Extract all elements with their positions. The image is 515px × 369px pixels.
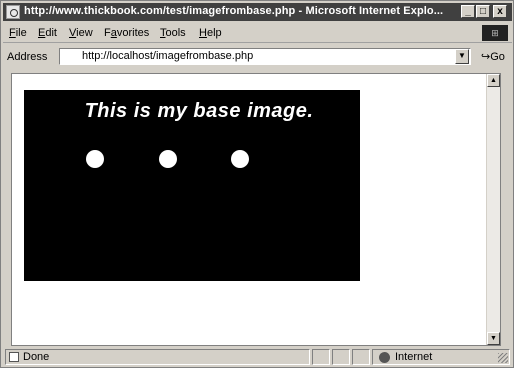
- minimize-button[interactable]: _: [461, 5, 475, 18]
- menu-edit[interactable]: Edit: [38, 27, 57, 39]
- status-panel: [352, 349, 370, 365]
- status-text: Done: [23, 351, 50, 363]
- address-input[interactable]: http://localhost/imagefrombase.php: [59, 48, 471, 65]
- go-arrow-icon: ↪: [481, 51, 491, 63]
- maximize-button[interactable]: □: [476, 5, 490, 18]
- scroll-down-arrow-icon[interactable]: ▼: [487, 332, 500, 345]
- status-panel: [332, 349, 350, 365]
- windows-throbber-icon: ⊞: [482, 25, 508, 41]
- menu-file[interactable]: File: [9, 27, 27, 39]
- address-label: Address: [7, 51, 48, 63]
- close-button[interactable]: x: [493, 5, 507, 18]
- status-bar: Done Internet: [3, 348, 512, 366]
- title-bar[interactable]: http://www.thickbook.com/test/imagefromb…: [3, 3, 512, 21]
- dropdown-arrow-icon[interactable]: ▼: [455, 49, 469, 64]
- page-done-icon: [9, 352, 19, 362]
- scroll-up-arrow-icon[interactable]: ▲: [487, 74, 500, 87]
- menu-help[interactable]: Help: [199, 27, 222, 39]
- go-button[interactable]: ↪Go: [481, 50, 505, 63]
- address-bar: Address http://localhost/imagefrombase.p…: [3, 45, 512, 69]
- page-content: This is my base image. ▲ ▼: [11, 73, 501, 346]
- internet-zone-icon: [379, 352, 390, 363]
- base-image: This is my base image.: [24, 90, 360, 281]
- resize-grip[interactable]: [498, 353, 508, 363]
- white-dot: [159, 150, 177, 168]
- vertical-scrollbar[interactable]: ▲ ▼: [486, 74, 500, 345]
- browser-window: http://www.thickbook.com/test/imagefromb…: [0, 0, 514, 368]
- status-main-panel: Done: [5, 349, 310, 365]
- menu-bar: File Edit View Favorites Tools Help ⊞: [3, 23, 512, 43]
- window-title: http://www.thickbook.com/test/imagefromb…: [24, 5, 444, 17]
- menu-tools[interactable]: Tools: [160, 27, 186, 39]
- menu-favorites[interactable]: Favorites: [104, 27, 149, 39]
- white-dot: [231, 150, 249, 168]
- zone-text: Internet: [395, 351, 433, 363]
- security-zone-panel: Internet: [372, 349, 510, 365]
- menu-view[interactable]: View: [69, 27, 93, 39]
- base-image-text: This is my base image.: [84, 100, 314, 122]
- ie-page-icon: [6, 5, 20, 19]
- status-panel: [312, 349, 330, 365]
- white-dot: [86, 150, 104, 168]
